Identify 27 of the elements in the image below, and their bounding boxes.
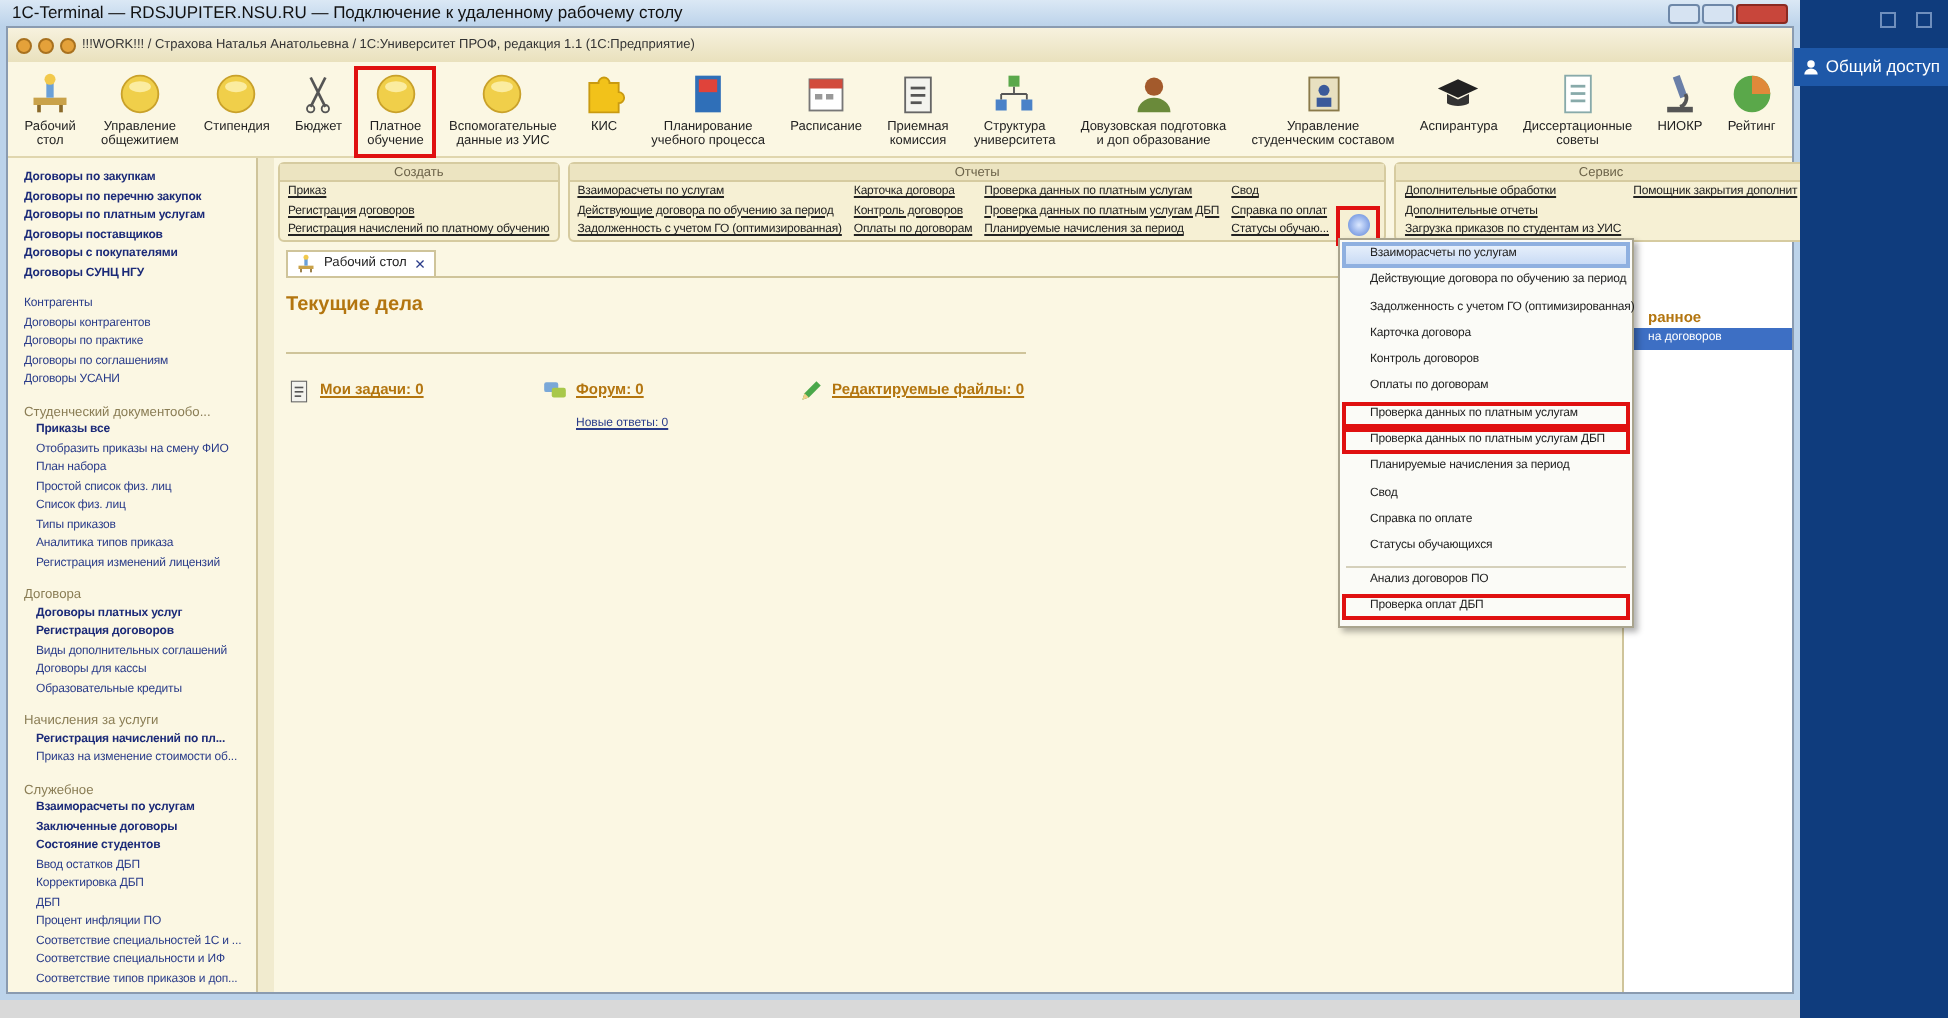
sphere-icon [373, 72, 418, 116]
forward-button[interactable] [60, 37, 76, 53]
section-heading: Текущие дела [286, 292, 423, 320]
close-button[interactable] [1916, 12, 1932, 28]
calendar-icon [804, 72, 849, 116]
more-button[interactable] [1340, 209, 1377, 241]
window-title: 1C-Terminal — RDSJUPITER.NSU.RU — Подключение к удаленному рабочему столу [12, 0, 683, 26]
minimize-button[interactable] [1668, 3, 1700, 23]
desk-icon [296, 254, 316, 274]
sphere-icon [117, 72, 162, 116]
restore-button[interactable] [1880, 12, 1896, 28]
share-button[interactable]: Общий доступ [1793, 48, 1948, 86]
sphere-icon [214, 72, 259, 116]
user-icon [1801, 57, 1820, 76]
clipboard-icon [286, 378, 312, 404]
pencil-icon [798, 378, 824, 404]
pie-chart-icon [1729, 72, 1774, 116]
app-menu-button[interactable] [16, 37, 32, 53]
structure-icon [992, 72, 1037, 116]
puzzle-icon [582, 72, 627, 116]
speech-bubbles-icon [542, 378, 568, 404]
maximize-button[interactable] [1702, 3, 1734, 23]
back-button[interactable] [38, 37, 54, 53]
close-button[interactable] [1736, 3, 1788, 23]
close-tab-button[interactable]: × [414, 255, 426, 273]
desk-icon [28, 72, 73, 116]
sphere-icon [480, 72, 525, 116]
